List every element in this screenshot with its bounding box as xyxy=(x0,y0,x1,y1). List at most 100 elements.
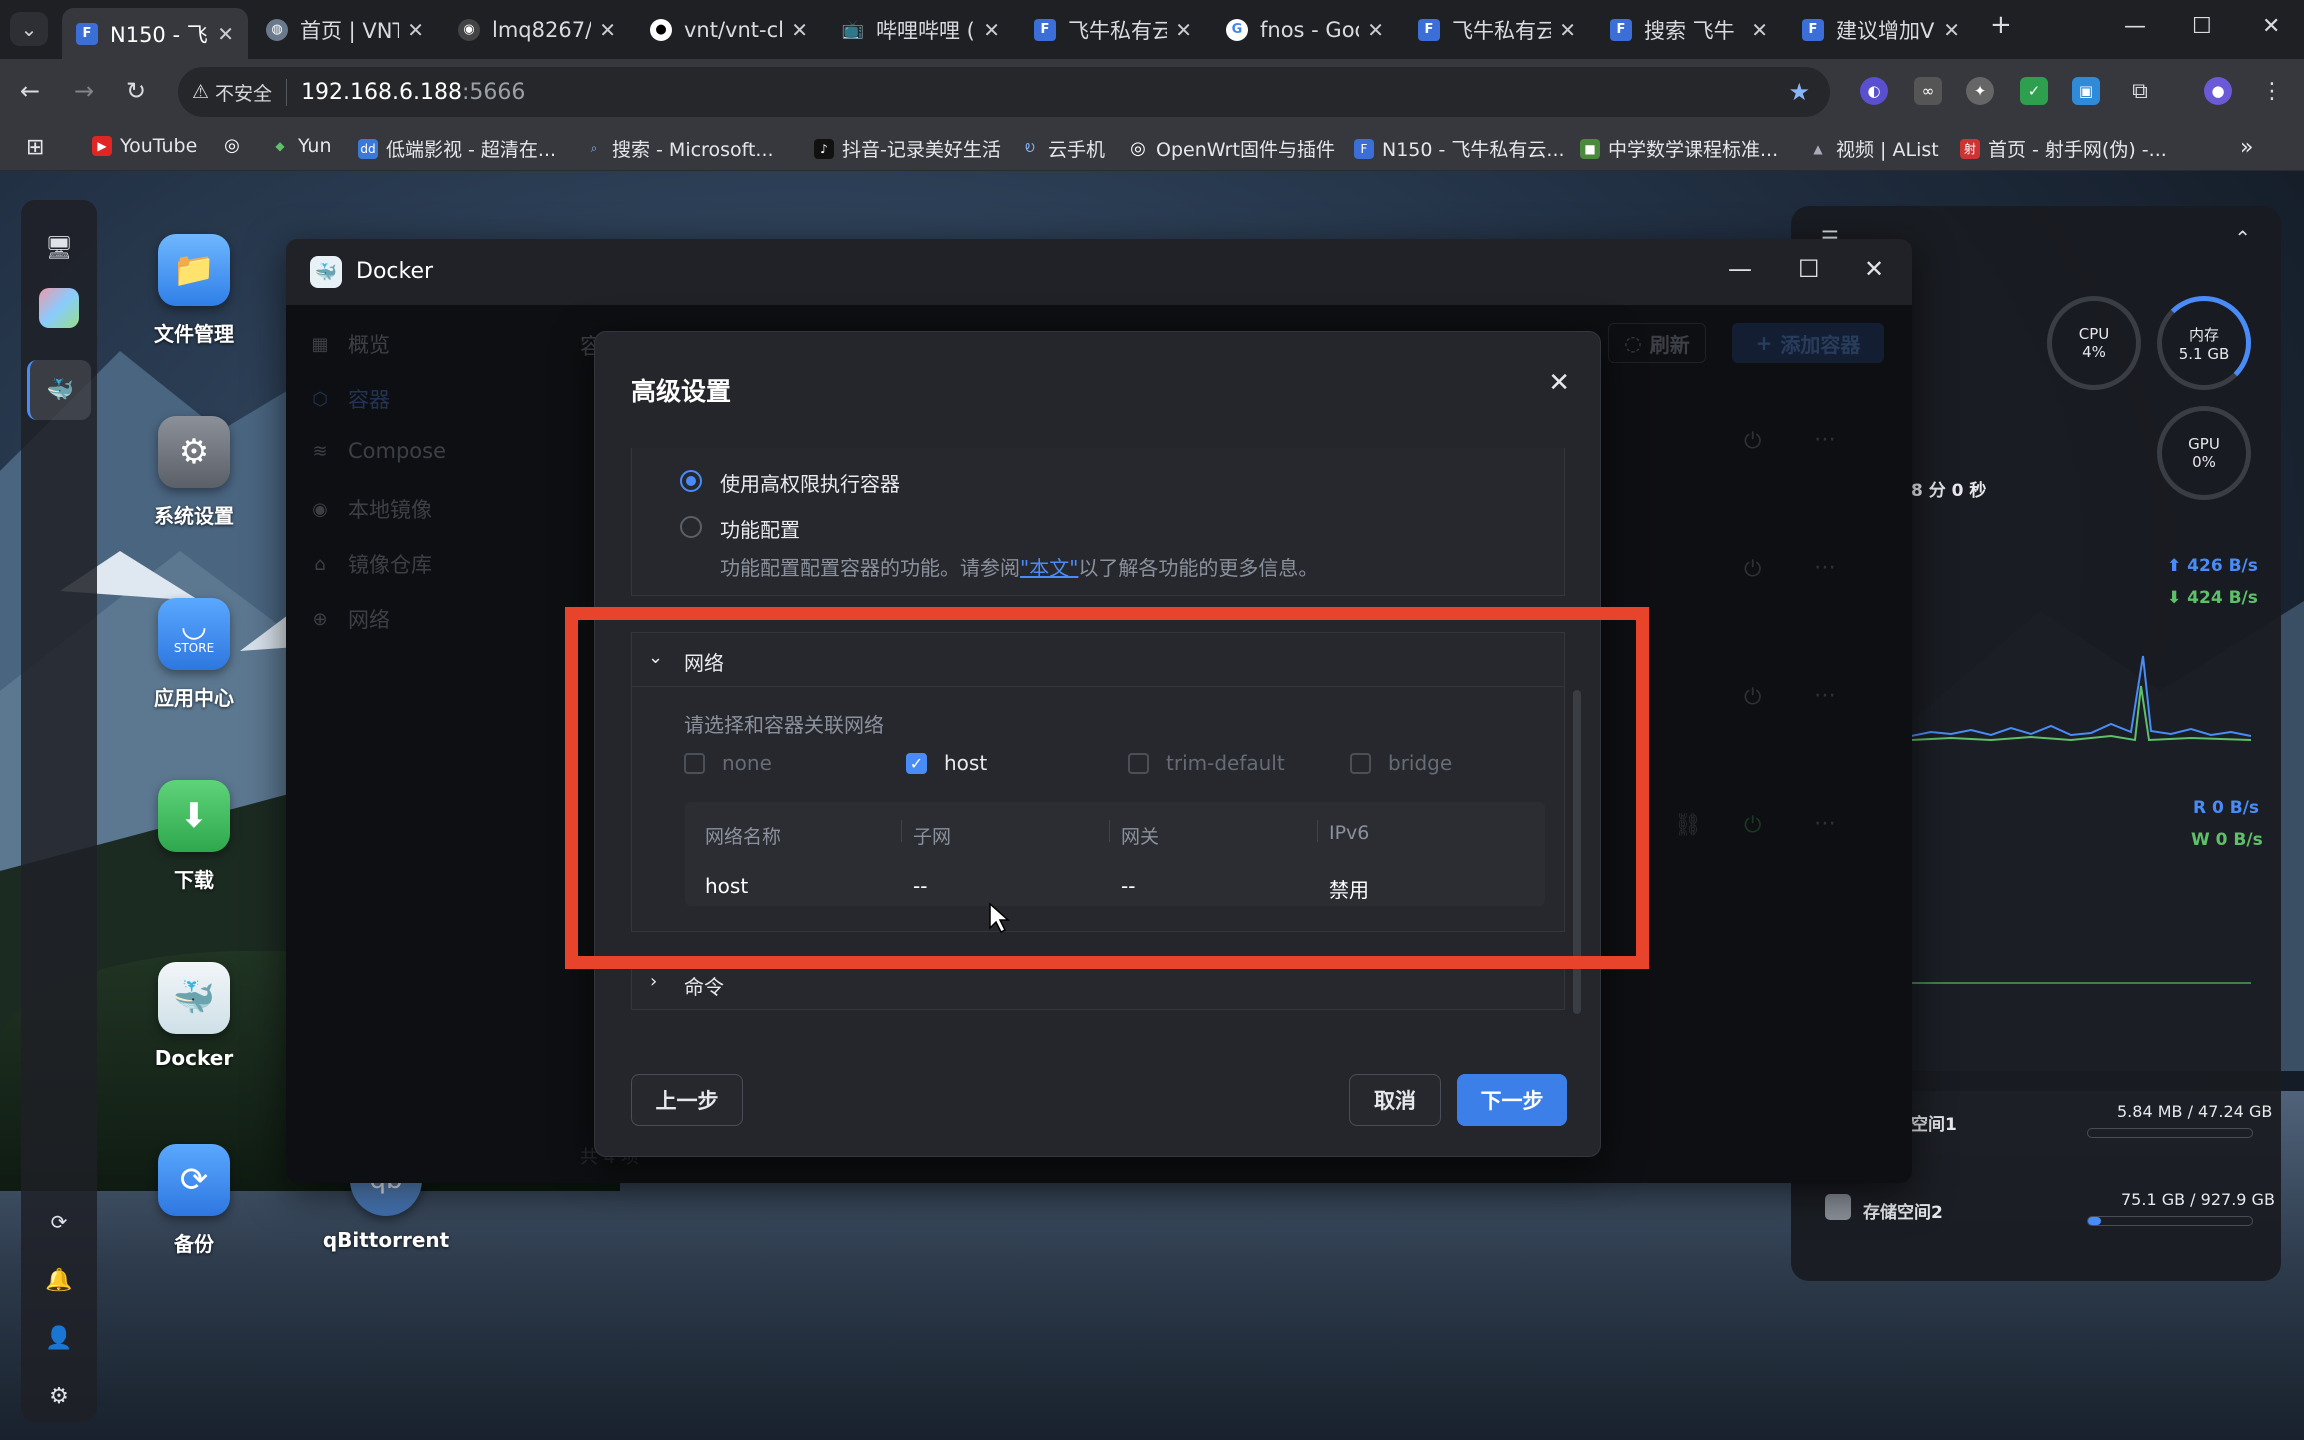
desktop-app-download[interactable]: ⬇ 下载 xyxy=(114,780,274,893)
shooter-icon: 射 xyxy=(1960,138,1980,159)
docker-titlebar[interactable]: 🐳 Docker — ☐ ✕ xyxy=(286,239,1912,305)
maximize-window-icon[interactable]: ☐ xyxy=(2192,14,2212,39)
capability-card: 使用高权限执行容器 功能配置 功能配置配置容器的功能。请参阅"本文"以了解各功能… xyxy=(631,448,1565,596)
extension-glasses-icon[interactable]: ∞ xyxy=(1914,77,1942,105)
bookmark-bing[interactable]: ⌕ 搜索 - Microsoft... xyxy=(584,135,774,162)
desktop-app-settings[interactable]: ⚙ 系统设置 xyxy=(114,416,274,529)
tab-1[interactable]: F N150 - 飞 ✕ xyxy=(62,8,248,59)
back-arrow-icon[interactable]: ← xyxy=(20,77,40,105)
download-arrow-icon: ⬇ xyxy=(158,780,230,852)
cloudphone-icon: Ꭷ xyxy=(1025,141,1035,155)
extension-shield-icon[interactable]: ✓ xyxy=(2020,77,2048,105)
new-tab-icon[interactable]: + xyxy=(1990,10,2012,40)
close-tab-icon[interactable]: ✕ xyxy=(1367,18,1384,42)
tab-3[interactable]: ◉ lmq8267/ ✕ xyxy=(444,8,630,51)
widget-collapse-icon[interactable]: ⌃ xyxy=(2234,226,2251,250)
bookmark-ddys[interactable]: dd 低端影视 - 超清在... xyxy=(358,135,556,162)
tab-6[interactable]: F 飞牛私有云 ✕ xyxy=(1020,8,1206,51)
tab-9[interactable]: F 搜索 飞牛 ✕ xyxy=(1596,8,1782,51)
extension-tv-icon[interactable]: ▣ xyxy=(2072,77,2100,105)
address-host: 192.168.6.188 xyxy=(301,79,463,105)
close-tab-icon[interactable]: ✕ xyxy=(1175,18,1192,42)
close-icon[interactable]: ✕ xyxy=(1548,368,1570,398)
capability-doc-link[interactable]: "本文" xyxy=(1020,556,1078,580)
dock-sync-icon[interactable]: ⟳ xyxy=(39,1202,79,1242)
app-grid-icon[interactable] xyxy=(39,288,79,328)
tab-5[interactable]: 📺 哔哩哔哩 ( ✕ xyxy=(828,8,1014,51)
extension-puzzle-ball-icon[interactable]: ✦ xyxy=(1966,77,1994,105)
close-tab-icon[interactable]: ✕ xyxy=(599,18,616,42)
desktop-monitor-icon[interactable]: 🖥 xyxy=(39,228,79,268)
close-tab-icon[interactable]: ✕ xyxy=(1751,18,1768,42)
desktop-app-backup[interactable]: ⟳ 备份 xyxy=(114,1144,274,1257)
memory-gauge: 内存 5.1 GB xyxy=(2157,296,2251,390)
capability-radio[interactable] xyxy=(680,516,702,538)
bookmark-shooter[interactable]: 射首页 - 射手网(伪) -... xyxy=(1960,135,2167,162)
fnos-favicon-icon: F xyxy=(1802,18,1824,41)
window-minimize-icon[interactable]: — xyxy=(1728,255,1752,283)
address-bar[interactable]: ⚠ 不安全 192.168.6.188 :5666 ★ xyxy=(178,67,1830,117)
search-icon: ⌕ xyxy=(590,141,598,155)
reload-icon[interactable]: ↻ xyxy=(126,77,146,105)
tab-2[interactable]: ◍ 首页 | VNT ✕ xyxy=(252,8,438,51)
close-tab-icon[interactable]: ✕ xyxy=(1559,18,1576,42)
next-step-button[interactable]: 下一步 xyxy=(1457,1074,1567,1126)
store-icon: ◡ STORE xyxy=(158,598,230,670)
bookmark-openwrt[interactable]: ◎ OpenWrt固件与插件 xyxy=(1128,135,1335,162)
window-maximize-icon[interactable]: ☐ xyxy=(1798,255,1820,283)
desktop-app-docker[interactable]: 🐳 Docker xyxy=(114,962,274,1070)
side-dock: 🖥 🐳 ⟳ 🔔 👤 ⚙ xyxy=(21,200,97,1422)
previous-step-button[interactable]: 上一步 xyxy=(631,1074,743,1126)
tab-search-chevron-icon[interactable]: ⌄ xyxy=(10,12,48,46)
settings-gear-icon[interactable]: ⚙ xyxy=(39,1376,79,1416)
alist-icon: ▲ xyxy=(1813,141,1823,156)
desktop-app-store[interactable]: ◡ STORE 应用中心 xyxy=(114,598,274,711)
desktop-app-files[interactable]: 📁 文件管理 xyxy=(114,234,274,347)
chevron-right-icon: › xyxy=(650,971,658,992)
math-site-icon: ■ xyxy=(1580,138,1600,159)
bookmark-star-icon[interactable]: ★ xyxy=(1788,78,1810,106)
cancel-button[interactable]: 取消 xyxy=(1349,1074,1441,1126)
bookmark-math[interactable]: ■ 中学数学课程标准... xyxy=(1580,135,1778,162)
privileged-radio[interactable] xyxy=(680,470,702,492)
bookmarks-overflow-icon[interactable]: » xyxy=(2240,135,2253,160)
bookmarks-bar: ⊞ ▶ YouTube ◎ ◆ Yun dd 低端影视 - 超清在... ⌕ 搜索 - … xyxy=(0,125,2304,171)
tab-4[interactable]: ● vnt/vnt-cl ✕ xyxy=(636,8,822,51)
storage1-bar xyxy=(2087,1128,2253,1138)
minimize-window-icon[interactable]: — xyxy=(2124,14,2146,39)
not-secure-indicator[interactable]: ⚠ 不安全 xyxy=(192,78,288,106)
bookmark-n150[interactable]: F N150 - 飞牛私有云... xyxy=(1354,135,1565,162)
close-tab-icon[interactable]: ✕ xyxy=(983,18,1000,42)
close-tab-icon[interactable]: ✕ xyxy=(1943,18,1960,42)
bookmark-douyin[interactable]: ♪ 抖音-记录美好生活 xyxy=(814,135,1001,162)
command-section-title: 命令 xyxy=(684,975,724,999)
window-close-icon[interactable]: ✕ xyxy=(1864,255,1884,283)
dock-docker-icon[interactable]: 🐳 xyxy=(27,360,91,420)
bookmark-yun[interactable]: ◆ Yun xyxy=(270,135,331,157)
browser-menu-kebab-icon[interactable]: ⋮ xyxy=(2258,77,2286,105)
fnos-favicon-icon: F xyxy=(1610,18,1632,41)
storage2-bar xyxy=(2087,1216,2253,1226)
forward-arrow-icon[interactable]: → xyxy=(74,77,94,105)
youtube-icon: ▶ xyxy=(92,136,112,156)
tab-10[interactable]: F 建议增加V ✕ xyxy=(1788,8,1974,51)
extension-moon-icon[interactable]: ◐ xyxy=(1860,77,1888,105)
bookmark-globe[interactable]: ◎ xyxy=(222,135,250,156)
bookmark-alist[interactable]: ▲ 视频 | AList xyxy=(1808,135,1938,162)
close-tab-icon[interactable]: ✕ xyxy=(407,18,424,42)
extensions-puzzle-icon[interactable]: ⧉ xyxy=(2126,77,2154,105)
apps-grid-icon[interactable]: ⊞ xyxy=(26,135,44,160)
fnos-favicon-icon: F xyxy=(76,22,98,45)
tab-8[interactable]: F 飞牛私有云 ✕ xyxy=(1404,8,1590,51)
bookmark-cloudphone[interactable]: Ꭷ 云手机 xyxy=(1020,135,1105,162)
notification-bell-icon[interactable]: 🔔 xyxy=(39,1260,79,1300)
close-tab-icon[interactable]: ✕ xyxy=(217,22,234,46)
bookmark-youtube[interactable]: ▶ YouTube xyxy=(92,135,197,157)
user-icon[interactable]: 👤 xyxy=(39,1318,79,1358)
tab-7[interactable]: G fnos - Goo ✕ xyxy=(1212,8,1398,51)
storage-disk-icon xyxy=(1825,1194,1851,1220)
profile-avatar[interactable]: ● xyxy=(2204,77,2232,105)
close-window-icon[interactable]: ✕ xyxy=(2262,14,2280,39)
cpu-gauge: CPU 4% xyxy=(2047,296,2141,390)
close-tab-icon[interactable]: ✕ xyxy=(791,18,808,42)
